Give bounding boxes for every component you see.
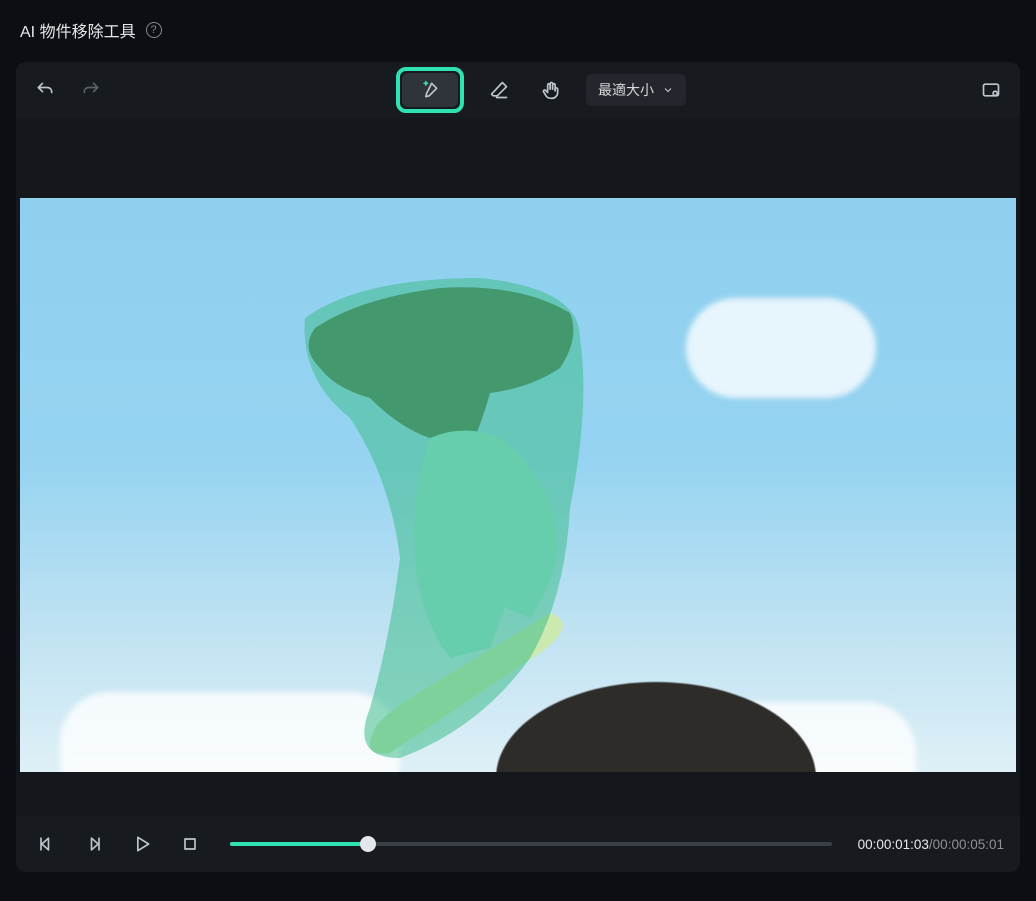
zoom-label: 最適大小 [598, 80, 654, 100]
timeline[interactable] [230, 834, 832, 854]
playbar: 00:00:01:03/00:00:05:01 [16, 816, 1020, 872]
stop-button[interactable] [176, 830, 204, 858]
canvas-area[interactable] [16, 198, 1020, 772]
compare-icon [981, 80, 1001, 100]
timeline-fill [230, 842, 368, 846]
selected-object-overlay [280, 258, 660, 758]
prev-frame-icon [36, 834, 56, 854]
timeline-thumb[interactable] [360, 836, 376, 852]
stop-icon [180, 834, 200, 854]
undo-button[interactable] [28, 73, 62, 107]
hand-tool-button[interactable] [534, 73, 568, 107]
total-time: 00:00:05:01 [933, 837, 1004, 852]
brush-tool-selected [396, 67, 464, 113]
editor-panel: 最適大小 [16, 62, 1020, 872]
cloud [686, 298, 876, 398]
video-frame [20, 198, 1016, 772]
eraser-tool-button[interactable] [482, 73, 516, 107]
help-icon[interactable]: ? [146, 22, 162, 38]
toolbar-left [28, 73, 108, 107]
brush-plus-icon [420, 80, 440, 100]
prev-frame-button[interactable] [32, 830, 60, 858]
toolbar-right [974, 73, 1008, 107]
eraser-icon [489, 80, 509, 100]
play-icon [132, 834, 152, 854]
compare-button[interactable] [974, 73, 1008, 107]
next-frame-button[interactable] [80, 830, 108, 858]
cloud [60, 692, 400, 772]
undo-icon [35, 80, 55, 100]
hand-icon [541, 80, 561, 100]
redo-button[interactable] [74, 73, 108, 107]
brush-tool-button[interactable] [402, 73, 458, 107]
current-time: 00:00:01:03 [858, 837, 929, 852]
timeline-track [230, 842, 832, 846]
timecode: 00:00:01:03/00:00:05:01 [858, 837, 1004, 852]
redo-icon [81, 80, 101, 100]
page-title: AI 物件移除工具 [20, 18, 136, 42]
ground [496, 682, 816, 772]
play-button[interactable] [128, 830, 156, 858]
toolbar: 最適大小 [16, 62, 1020, 118]
next-frame-icon [84, 834, 104, 854]
header: AI 物件移除工具 ? [0, 0, 1036, 56]
zoom-dropdown[interactable]: 最適大小 [586, 74, 686, 106]
chevron-down-icon [662, 84, 674, 96]
toolbar-center: 最適大小 [120, 67, 962, 113]
